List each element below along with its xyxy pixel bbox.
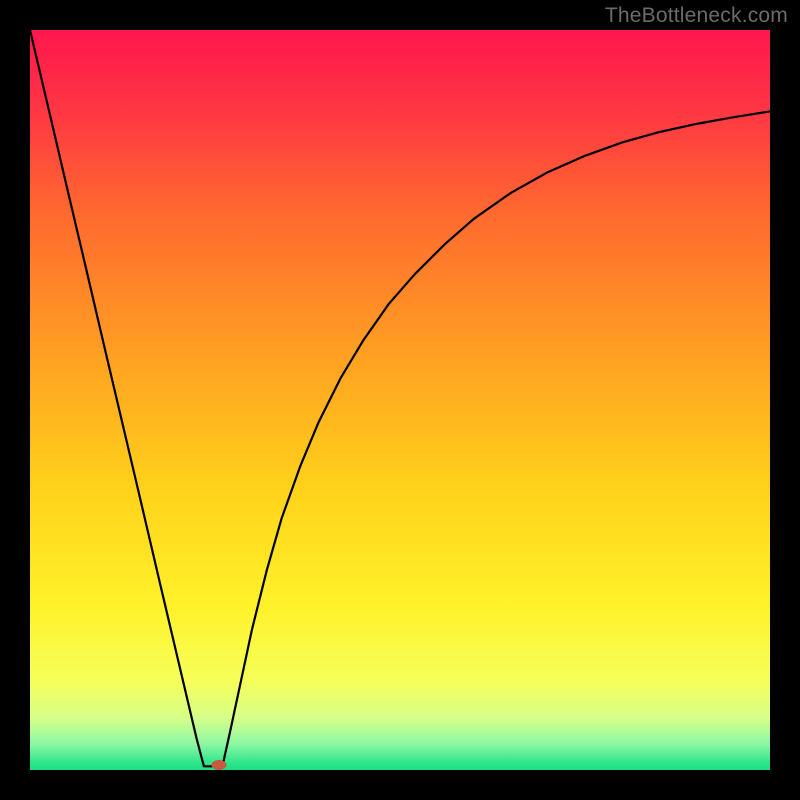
bottleneck-curve — [30, 30, 770, 766]
plot-area — [30, 30, 770, 770]
chart-frame: TheBottleneck.com — [0, 0, 800, 800]
watermark-label: TheBottleneck.com — [605, 4, 788, 28]
curve-layer — [30, 30, 770, 770]
optimum-marker — [211, 760, 226, 770]
